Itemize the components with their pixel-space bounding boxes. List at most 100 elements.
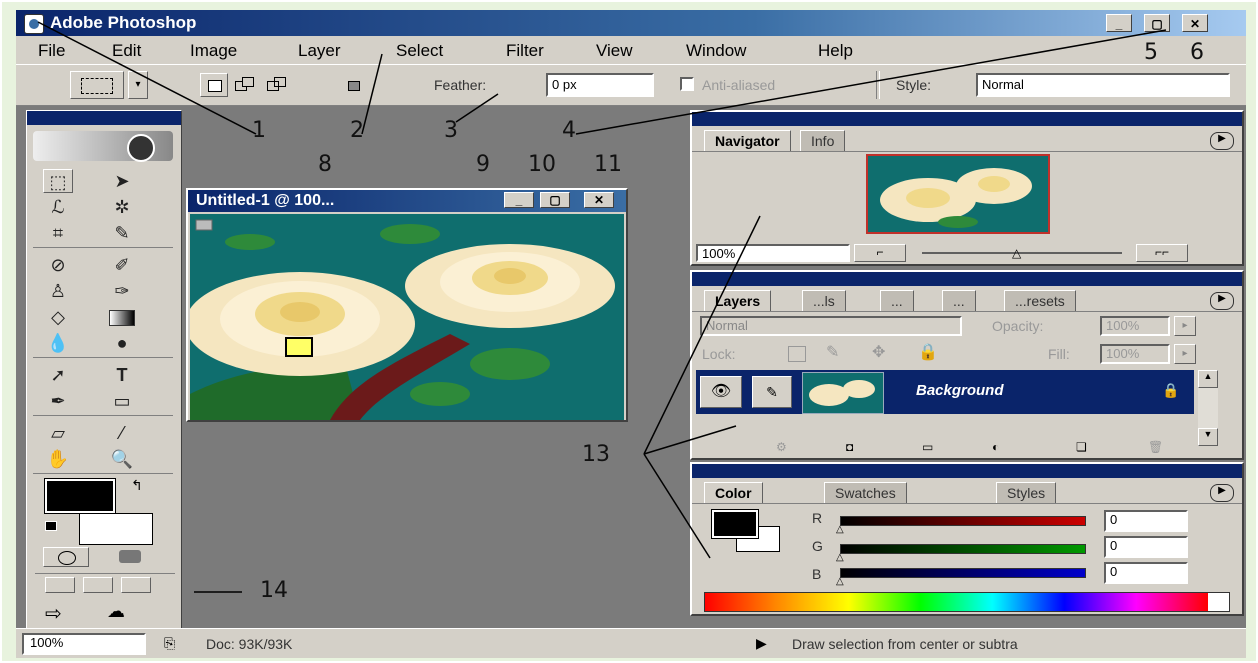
gradient-tool-icon[interactable]: [107, 305, 137, 329]
move-tool-icon[interactable]: ➤: [107, 169, 137, 193]
marquee-preset-button[interactable]: [70, 71, 124, 99]
tab-styles[interactable]: Styles: [996, 482, 1057, 504]
tab-swatches[interactable]: Swatches: [824, 482, 907, 504]
slider-g-thumb[interactable]: △: [836, 552, 844, 563]
panel-menu-arrow-icon[interactable]: ▶: [1210, 292, 1234, 310]
fill-arrow[interactable]: ▸: [1174, 344, 1196, 364]
style-select[interactable]: Normal: [976, 73, 1230, 97]
tab-history[interactable]: ...: [942, 290, 976, 312]
slider-b-thumb[interactable]: △: [836, 576, 844, 587]
close-button[interactable]: ✕: [1182, 14, 1208, 32]
zoom-slider-thumb[interactable]: △: [1012, 246, 1021, 260]
tab-navigator[interactable]: Navigator: [704, 130, 791, 152]
lock-all-icon[interactable]: 🔒: [918, 342, 938, 362]
zoom-slider-track[interactable]: [922, 252, 1122, 254]
preset-dropdown-arrow[interactable]: ▾: [128, 71, 148, 99]
menu-help[interactable]: Help: [818, 41, 853, 61]
selection-marquee[interactable]: [285, 337, 313, 357]
tab-tool-presets[interactable]: ...resets: [1004, 290, 1076, 312]
lock-transparency-icon[interactable]: [788, 346, 806, 362]
navigator-zoom-input[interactable]: 100%: [696, 244, 850, 262]
channel-b-input[interactable]: 0: [1104, 562, 1188, 584]
zoom-out-button[interactable]: ⌐: [854, 244, 906, 262]
full-screen-menu-mode-button[interactable]: [83, 577, 113, 593]
trash-icon[interactable]: 🗑: [1148, 440, 1163, 454]
foreground-color-swatch[interactable]: [44, 478, 116, 514]
opacity-input[interactable]: 100%: [1100, 316, 1170, 336]
blend-mode-select[interactable]: Normal: [700, 316, 962, 336]
dodge-tool-icon[interactable]: ●: [107, 331, 137, 355]
status-menu-arrow-icon[interactable]: ▶: [756, 635, 767, 652]
status-doc-icon[interactable]: ⎘: [164, 635, 175, 652]
layers-scrollbar[interactable]: [1198, 388, 1218, 428]
color-ramp[interactable]: [704, 592, 1230, 612]
new-layer-icon[interactable]: ❏: [1076, 440, 1087, 454]
type-tool-icon[interactable]: T: [107, 363, 137, 387]
layer-style-icon[interactable]: ⚙: [776, 440, 787, 454]
lock-image-icon[interactable]: ✎: [826, 342, 839, 362]
panel-menu-arrow-icon[interactable]: ▶: [1210, 132, 1234, 150]
channel-g-input[interactable]: 0: [1104, 536, 1188, 558]
full-screen-mode-button[interactable]: [121, 577, 151, 593]
brush-tool-icon[interactable]: ✐: [107, 253, 137, 277]
minimize-button[interactable]: _: [1106, 14, 1132, 32]
standard-screen-mode-button[interactable]: [45, 577, 75, 593]
hand-tool-icon[interactable]: ✋: [43, 447, 73, 471]
slice-tool-icon[interactable]: ✎: [107, 221, 137, 245]
subtract-selection-button[interactable]: [262, 73, 290, 97]
antialiased-checkbox[interactable]: [680, 77, 694, 91]
tab-layers[interactable]: Layers: [704, 290, 772, 312]
zoom-in-button[interactable]: ⌐⌐: [1136, 244, 1188, 262]
menu-file[interactable]: File: [38, 41, 65, 61]
status-zoom-input[interactable]: 100%: [22, 633, 146, 655]
path-selection-icon[interactable]: ➚: [43, 363, 73, 387]
notes-tool-icon[interactable]: ▱: [43, 421, 73, 445]
adjustment-layer-icon[interactable]: ◐: [992, 440, 999, 454]
tab-info[interactable]: Info: [800, 130, 846, 152]
imageready-icon[interactable]: ☁: [107, 601, 153, 623]
blur-tool-icon[interactable]: 💧: [43, 331, 73, 355]
menu-edit[interactable]: Edit: [112, 41, 141, 61]
maximize-button[interactable]: ▢: [1144, 14, 1170, 32]
default-colors-icon[interactable]: [45, 521, 57, 531]
doc-maximize-button[interactable]: ▢: [540, 192, 570, 208]
fill-input[interactable]: 100%: [1100, 344, 1170, 364]
slider-g-track[interactable]: [840, 544, 1086, 554]
jump-to-imageready-icon[interactable]: ⇨: [45, 601, 91, 625]
opacity-arrow[interactable]: ▸: [1174, 316, 1196, 336]
add-mask-icon[interactable]: ◘: [846, 440, 853, 454]
shape-tool-icon[interactable]: ▭: [107, 389, 137, 413]
new-set-icon[interactable]: ▭: [922, 440, 933, 454]
feather-input[interactable]: 0 px: [546, 73, 654, 97]
layer-visibility-eye-icon[interactable]: 👁: [700, 376, 742, 408]
tab-paths[interactable]: ...: [880, 290, 914, 312]
lock-position-icon[interactable]: ✥: [872, 342, 885, 362]
crop-tool-icon[interactable]: ⌗: [43, 221, 73, 245]
menu-filter[interactable]: Filter: [506, 41, 544, 61]
slider-b-track[interactable]: [840, 568, 1086, 578]
menu-select[interactable]: Select: [396, 41, 443, 61]
photoshop-eye-icon[interactable]: [24, 14, 44, 34]
healing-brush-icon[interactable]: ⊘: [43, 253, 73, 277]
swap-colors-icon[interactable]: ↰: [131, 477, 143, 494]
rose-image-canvas[interactable]: [190, 214, 624, 420]
add-selection-button[interactable]: [230, 73, 258, 97]
layer-link-brush-icon[interactable]: ✎: [752, 376, 792, 408]
color-fg-swatch[interactable]: [711, 509, 759, 539]
magic-wand-icon[interactable]: ✲: [107, 195, 137, 219]
eyedropper-icon[interactable]: ⁄: [107, 421, 137, 445]
eraser-tool-icon[interactable]: ◇: [43, 305, 73, 329]
doc-close-button[interactable]: ✕: [584, 192, 614, 208]
intersect-selection-button[interactable]: [340, 73, 368, 97]
pen-tool-icon[interactable]: ✒: [43, 389, 73, 413]
slider-r-track[interactable]: [840, 516, 1086, 526]
standard-mode-button[interactable]: [43, 547, 89, 567]
panel-menu-arrow-icon[interactable]: ▶: [1210, 484, 1234, 502]
layer-row-background[interactable]: 👁 ✎ Background 🔒: [696, 370, 1194, 414]
history-brush-icon[interactable]: ✑: [107, 279, 137, 303]
navigator-thumbnail[interactable]: [866, 154, 1050, 234]
channel-r-input[interactable]: 0: [1104, 510, 1188, 532]
quick-mask-button[interactable]: [107, 547, 153, 567]
slider-r-thumb[interactable]: △: [836, 524, 844, 535]
marquee-tool-icon[interactable]: ⬚: [43, 169, 73, 193]
